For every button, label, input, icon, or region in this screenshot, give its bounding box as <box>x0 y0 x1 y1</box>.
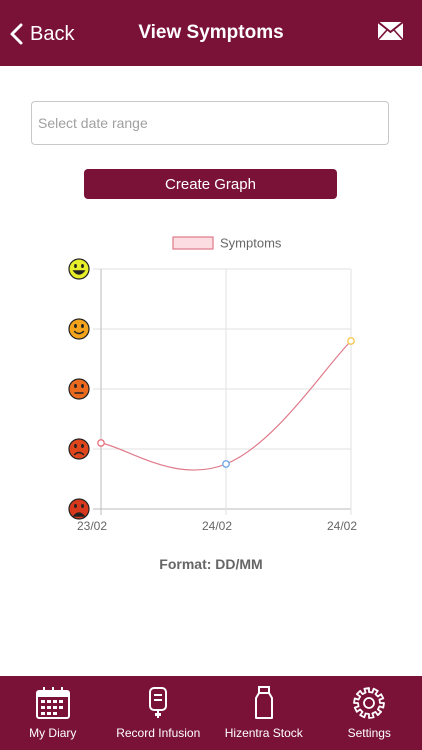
miserable-face-icon <box>68 498 90 520</box>
tab-label: Record Infusion <box>116 726 201 740</box>
x-tick-label: 24/02 <box>202 519 232 533</box>
y-axis-icons <box>68 258 90 520</box>
x-tick-label: 24/02 <box>327 519 357 533</box>
header-bar: Back View Symptoms <box>0 0 422 66</box>
x-axis-labels: 23/02 24/02 24/02 <box>77 519 357 533</box>
happy-face-icon <box>68 258 90 280</box>
legend-label: Symptoms <box>220 236 282 251</box>
page-title: View Symptoms <box>138 22 284 43</box>
symptoms-chart: Symptoms 23/02 24/02 24/02 <box>68 236 357 533</box>
bottom-tab-bar: My Diary Record Infusion Hizentra Stock … <box>0 676 422 750</box>
date-range-input[interactable] <box>31 101 389 145</box>
tab-hizentra-stock[interactable]: Hizentra Stock <box>211 676 317 750</box>
neutral-face-icon <box>68 378 90 400</box>
smiling-face-icon <box>68 318 90 340</box>
tab-settings[interactable]: Settings <box>317 676 422 750</box>
calendar-icon <box>35 687 70 719</box>
date-format-label: Format: DD/MM <box>159 556 263 572</box>
mail-icon[interactable] <box>377 21 404 41</box>
chart-grid <box>93 268 352 515</box>
chart-legend: Symptoms <box>172 236 282 251</box>
gear-icon <box>353 687 386 719</box>
tab-label: Settings <box>347 726 391 740</box>
create-graph-button[interactable]: Create Graph <box>84 169 337 199</box>
sad-face-icon <box>68 438 90 460</box>
tab-label: My Diary <box>29 726 77 740</box>
legend-swatch <box>172 236 214 250</box>
x-tick-label: 23/02 <box>77 519 107 533</box>
infusion-bag-icon <box>149 687 168 718</box>
data-point <box>222 460 230 468</box>
bottle-icon <box>254 686 273 719</box>
tab-my-diary[interactable]: My Diary <box>0 676 106 750</box>
data-point <box>347 337 355 345</box>
tab-record-infusion[interactable]: Record Infusion <box>106 676 212 750</box>
data-point <box>97 439 105 447</box>
tab-label: Hizentra Stock <box>224 726 303 740</box>
